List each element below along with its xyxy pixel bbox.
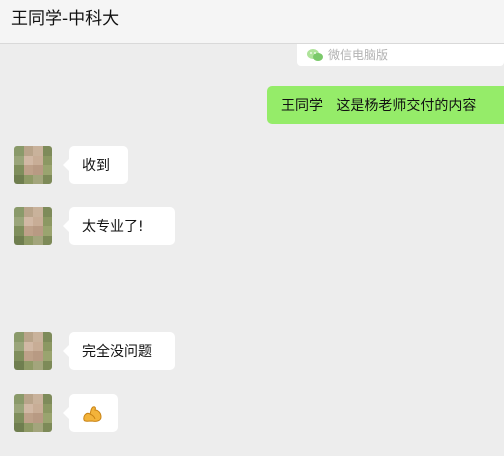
avatar[interactable] <box>14 332 52 370</box>
chat-title: 王同学-中科大 <box>11 9 120 29</box>
source-tag: 微信电脑版 <box>297 44 504 66</box>
bicep-emoji-icon <box>83 406 102 422</box>
message-text: 太专业了! <box>82 219 144 235</box>
avatar[interactable] <box>14 394 52 432</box>
incoming-message[interactable]: 收到 <box>63 146 128 184</box>
message-text: 收到 <box>82 158 110 174</box>
source-label: 微信电脑版 <box>328 48 389 62</box>
incoming-message[interactable]: 完全没问题 <box>63 332 175 370</box>
message-text: 完全没问题 <box>82 344 152 360</box>
outgoing-message[interactable]: 王同学 这是杨老师交付的内容 <box>267 86 504 124</box>
incoming-message[interactable]: 太专业了! <box>63 207 175 245</box>
chat-header: 王同学-中科大 <box>0 0 504 44</box>
avatar[interactable] <box>14 146 52 184</box>
outgoing-message-text: 王同学 这是杨老师交付的内容 <box>281 98 477 114</box>
wechat-icon <box>307 49 323 61</box>
avatar[interactable] <box>14 207 52 245</box>
incoming-message[interactable] <box>63 394 118 432</box>
